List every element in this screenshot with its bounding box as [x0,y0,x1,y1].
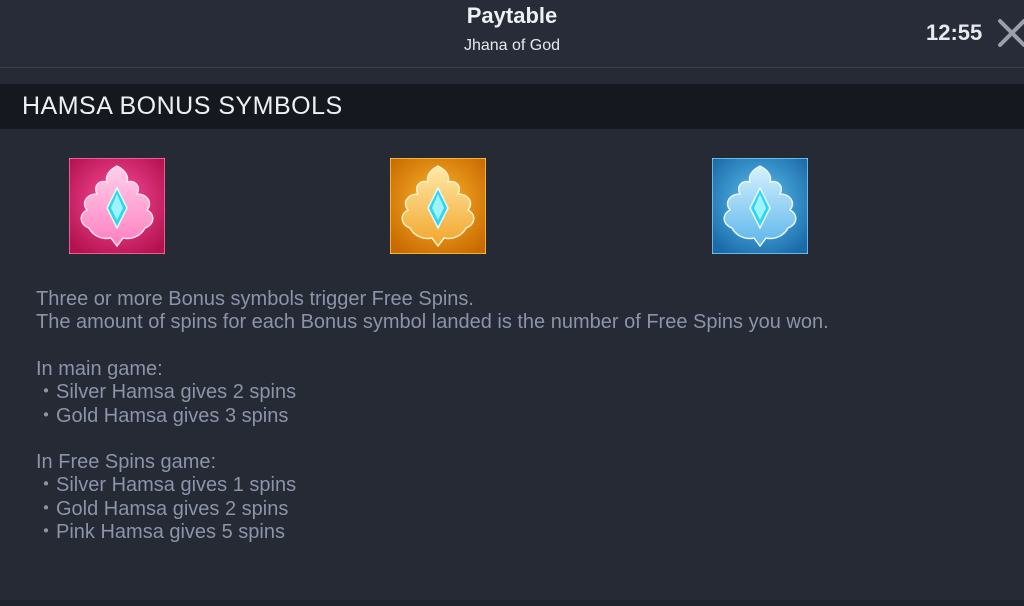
gold-hamsa-symbol[interactable] [390,158,486,254]
free-spins-item: ・Gold Hamsa gives 2 spins [36,497,289,520]
close-button[interactable] [995,16,1024,50]
top-bar: Paytable Jhana of God 12:55 [0,0,1024,68]
clock: 12:55 [926,20,983,45]
free-spins-item: ・Pink Hamsa gives 5 spins [36,521,285,544]
pink-hamsa-symbol[interactable] [69,158,165,254]
close-icon [998,19,1024,47]
main-game-item: ・Silver Hamsa gives 2 spins [36,381,297,404]
hamsa-icon [69,158,165,254]
bonus-description: Three or more Bonus symbols trigger Free… [36,288,1006,545]
free-spins-item: ・Silver Hamsa gives 1 spins [36,474,297,497]
main-game-item: ・Gold Hamsa gives 3 spins [36,404,289,427]
section-header: HAMSA BONUS SYMBOLS [0,84,1024,129]
hamsa-icon [390,158,486,254]
main-game-heading: In main game: [36,357,163,380]
hamsa-icon [712,158,808,254]
intro-line-2: The amount of spins for each Bonus symbo… [36,311,829,334]
game-name: Jhana of God [463,37,561,54]
free-spins-heading: In Free Spins game: [36,451,217,474]
page-title: Paytable [466,3,558,28]
silver-hamsa-symbol[interactable] [712,158,808,254]
section-title: HAMSA BONUS SYMBOLS [22,92,343,120]
intro-line-1: Three or more Bonus symbols trigger Free… [36,288,474,310]
bottom-divider [0,600,1024,606]
